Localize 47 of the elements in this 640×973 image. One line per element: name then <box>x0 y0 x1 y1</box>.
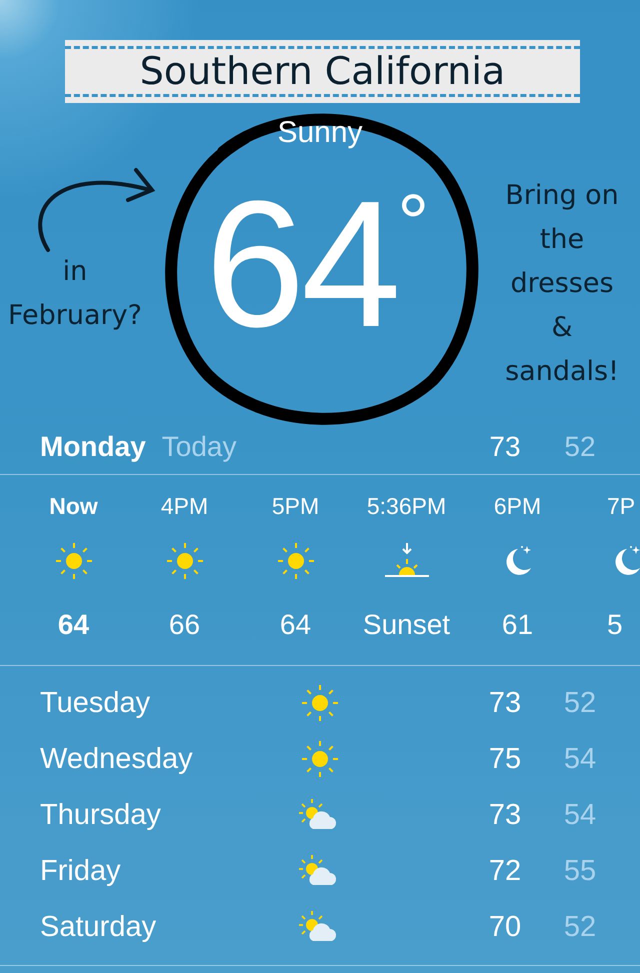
handwritten-note: February? <box>8 299 142 333</box>
high-temp: 73 <box>488 431 522 463</box>
day-name: Wednesday <box>40 742 194 776</box>
high-temp: 70 <box>488 910 522 944</box>
day-name: Thursday <box>40 798 162 832</box>
hour-label: 6PM <box>494 493 542 521</box>
low-temp: 52 <box>563 431 597 463</box>
day-name: Monday <box>40 431 146 463</box>
today-label: Today <box>162 431 236 463</box>
hour-temp: 5 <box>607 609 623 641</box>
day-name: Saturday <box>40 910 158 944</box>
handwritten-note: the <box>540 223 584 257</box>
low-temp: 55 <box>562 854 598 888</box>
hour-temp: 64 <box>58 609 90 641</box>
low-temp: 52 <box>562 910 598 944</box>
handwritten-note: Bring on <box>505 179 619 213</box>
hour-label: 7P <box>607 493 636 521</box>
sun-icon <box>300 683 340 723</box>
sun-icon <box>164 541 204 581</box>
high-temp: 72 <box>488 854 522 888</box>
hour-label: 5:36PM <box>366 493 446 521</box>
hour-label: Now <box>49 493 98 521</box>
sun-icon <box>276 541 316 581</box>
handwritten-note: sandals! <box>505 355 619 389</box>
high-temp: 73 <box>488 686 522 720</box>
location-banner: Southern California <box>65 40 580 103</box>
handwritten-note: & <box>551 311 573 345</box>
hour-temp: 61 <box>502 609 534 641</box>
degree-symbol: ° <box>397 183 430 263</box>
high-temp: 75 <box>488 742 522 776</box>
handwritten-note: dresses <box>510 267 614 301</box>
hour-temp: 66 <box>168 609 200 641</box>
hour-temp: 64 <box>280 609 312 641</box>
sun-icon <box>300 739 340 779</box>
day-name: Tuesday <box>40 686 152 720</box>
low-temp: 54 <box>562 742 598 776</box>
low-temp: 52 <box>562 686 598 720</box>
condition-label: Sunny <box>276 116 364 150</box>
day-name: Friday <box>40 854 122 888</box>
hour-label: 4PM <box>160 493 208 521</box>
hour-temp: Sunset <box>362 609 450 641</box>
hour-label: 5PM <box>272 493 320 521</box>
high-temp: 73 <box>488 798 522 832</box>
sun-icon <box>54 541 94 581</box>
handwritten-note: in <box>62 255 88 289</box>
low-temp: 54 <box>562 798 598 832</box>
temperature-value: 64 <box>205 175 398 355</box>
